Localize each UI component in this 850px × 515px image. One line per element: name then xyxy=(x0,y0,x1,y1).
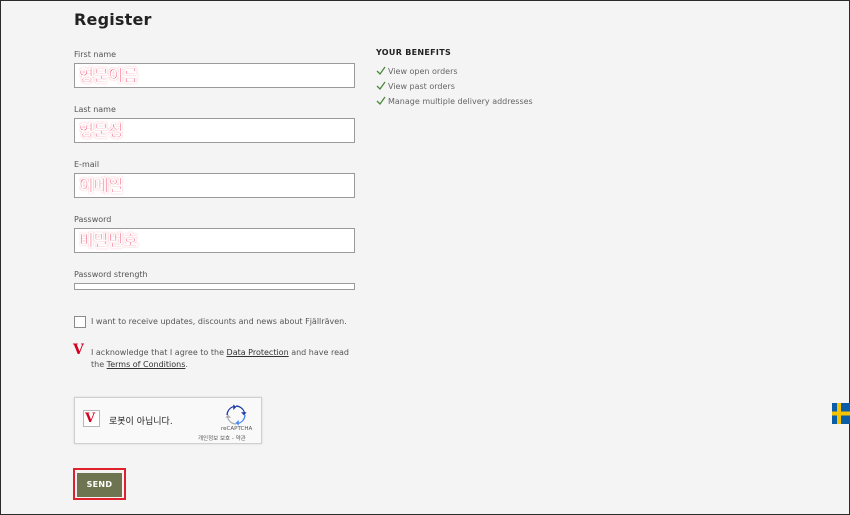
password-label: Password xyxy=(74,215,112,224)
benefit-item: View past orders xyxy=(376,81,455,91)
first-name-label: First name xyxy=(74,50,117,59)
password-strength-label: Password strength xyxy=(74,270,148,279)
consent-text-part: the xyxy=(91,360,107,369)
newsletter-checkbox[interactable] xyxy=(74,316,86,328)
first-name-field[interactable] xyxy=(74,63,355,88)
checkmark-icon xyxy=(376,81,386,91)
swedish-flag-icon[interactable] xyxy=(832,403,850,424)
consent-text: I acknowledge that I agree to the Data P… xyxy=(91,347,371,371)
checkmark-icon xyxy=(376,66,386,76)
consent-text-part: . xyxy=(185,360,188,369)
consent-text-part: I acknowledge that I agree to the xyxy=(91,348,227,357)
recaptcha-checkbox[interactable]: V xyxy=(83,410,100,427)
password-strength-meter xyxy=(74,283,355,290)
checkmark-icon xyxy=(376,96,386,106)
benefit-label: View past orders xyxy=(388,81,455,91)
benefit-label: View open orders xyxy=(388,66,458,76)
consent-text-part: and have read xyxy=(288,348,349,357)
password-field[interactable] xyxy=(74,228,355,253)
send-button[interactable]: SEND xyxy=(77,472,122,497)
last-name-label: Last name xyxy=(74,105,116,114)
recaptcha-terms-link[interactable]: 개인정보 보호 - 약관 xyxy=(198,434,246,442)
benefit-label: Manage multiple delivery addresses xyxy=(388,96,533,106)
benefit-item: View open orders xyxy=(376,66,458,76)
last-name-field[interactable] xyxy=(74,118,355,143)
data-protection-link[interactable]: Data Protection xyxy=(227,348,289,357)
benefits-title: YOUR BENEFITS xyxy=(376,48,452,57)
recaptcha-brand: reCAPTCHA xyxy=(221,426,253,432)
recaptcha-check-mark: V xyxy=(85,411,96,426)
recaptcha-label: 로봇이 아닙니다. xyxy=(109,417,173,427)
terms-link[interactable]: Terms of Conditions xyxy=(107,360,186,369)
consent-checkmark-icon[interactable]: V xyxy=(73,343,87,357)
send-button-highlight: SEND xyxy=(73,468,126,500)
recaptcha-logo-icon xyxy=(225,404,247,426)
recaptcha-widget: V 로봇이 아닙니다. reCAPTCHA 개인정보 보호 - 약관 xyxy=(74,397,262,444)
newsletter-label: I want to receive updates, discounts and… xyxy=(91,317,347,326)
benefit-item: Manage multiple delivery addresses xyxy=(376,96,533,106)
page-title: Register xyxy=(74,10,152,29)
email-field[interactable] xyxy=(74,173,355,198)
email-label: E-mail xyxy=(74,160,100,169)
